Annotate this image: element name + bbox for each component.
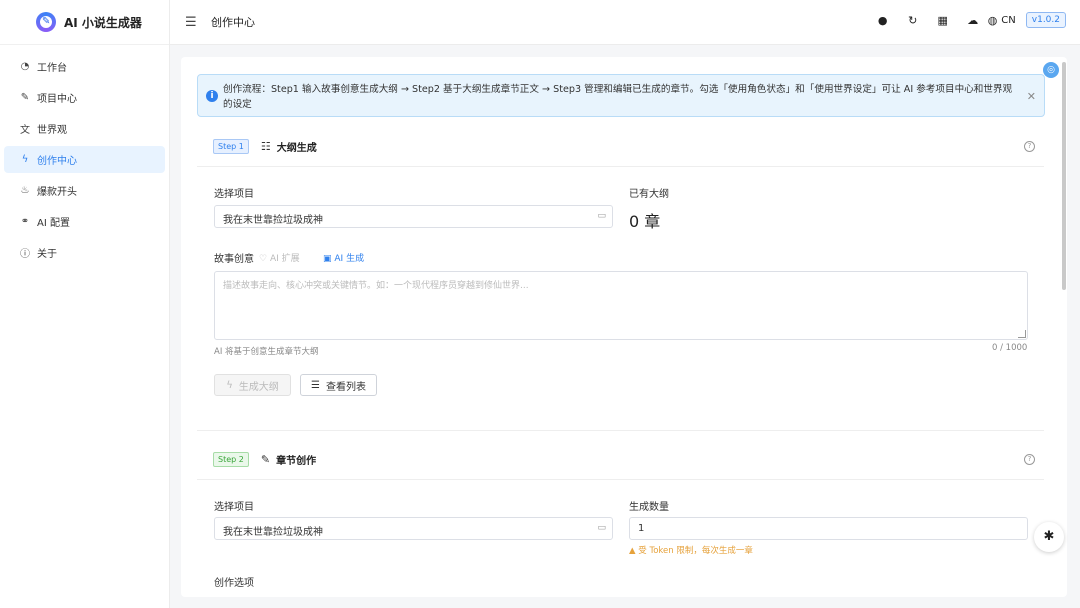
sidebar-menu: ◔ 工作台 ✎ 项目中心 文 世界观 ϟ 创作中心 ♨ 爆款开头 ⚭ AI 配置… bbox=[0, 45, 169, 266]
language-label: CN bbox=[1001, 14, 1016, 26]
brand: ✎ AI 小说生成器 bbox=[0, 0, 169, 45]
globe-icon: ◍ bbox=[987, 13, 998, 27]
sidebar-item-label: 世界观 bbox=[37, 125, 67, 136]
edit-square-icon: ✎ bbox=[20, 92, 30, 103]
creation-options-label: 创作选项 bbox=[214, 578, 254, 589]
sidebar-item-creation[interactable]: ϟ 创作中心 bbox=[4, 146, 165, 173]
list-icon: ☰ bbox=[311, 379, 320, 391]
textarea-placeholder: 描述故事走向、核心冲突或关键情节。如：一个现代程序员穿越到修仙世界... bbox=[223, 281, 529, 291]
resize-handle-icon[interactable] bbox=[1018, 330, 1026, 338]
info-icon: i bbox=[206, 90, 218, 102]
table-icon[interactable]: ▦ bbox=[928, 14, 958, 27]
sidebar-item-ai-config[interactable]: ⚭ AI 配置 bbox=[4, 208, 165, 235]
section-divider bbox=[197, 430, 1044, 431]
story-idea-label: 故事创意 bbox=[214, 254, 254, 265]
top-header: ☰ 创作中心 ● ↻ ▦ ☁ ◍ CN v1.0.2 bbox=[170, 0, 1080, 45]
lightbulb-icon[interactable]: ● bbox=[868, 14, 898, 27]
sidebar-item-label: 工作台 bbox=[37, 63, 67, 74]
token-warning: ▲ 受 Token 限制，每次生成一章 bbox=[629, 546, 753, 556]
step1-header: Step 1 ☷ 大纲生成 ? bbox=[197, 127, 1044, 167]
warning-icon: ▲ bbox=[629, 546, 636, 556]
folder-icon: ▭ bbox=[597, 523, 606, 533]
scrollbar-thumb[interactable] bbox=[1062, 62, 1066, 290]
robot-icon: ▣ bbox=[323, 254, 332, 264]
menu-collapse-icon[interactable]: ☰ bbox=[185, 15, 199, 30]
select-project-label: 选择项目 bbox=[214, 189, 254, 200]
info-icon: ⓘ bbox=[20, 249, 30, 260]
lightning-icon: ϟ bbox=[21, 154, 29, 165]
sidebar-item-label: 项目中心 bbox=[37, 94, 77, 105]
existing-outline-value: 0 章 bbox=[629, 212, 661, 231]
sidebar-item-label: AI 配置 bbox=[37, 218, 70, 229]
step1-title: 大纲生成 bbox=[276, 143, 317, 154]
existing-outline-label: 已有大纲 bbox=[629, 189, 669, 200]
bulb-outline-icon: ♡ bbox=[259, 254, 268, 264]
list-icon: ☷ bbox=[260, 140, 271, 153]
cloud-upload-icon[interactable]: ☁ bbox=[958, 14, 988, 27]
story-idea-textarea[interactable]: 描述故事走向、核心冲突或关键情节。如：一个现代程序员穿越到修仙世界... bbox=[214, 271, 1028, 340]
header-toolbar: ● ↻ ▦ ☁ ◍ CN v1.0.2 bbox=[868, 12, 1066, 28]
folder-icon: ▭ bbox=[597, 211, 606, 221]
step2-badge: Step 2 bbox=[213, 452, 249, 467]
main-content: i 创作流程：Step1 输入故事创意生成大纲 → Step2 基于大纲生成章节… bbox=[181, 57, 1067, 597]
step2-section: Step 2 ✎ 章节创作 ? 选择项目 我在末世靠捡垃圾成神 ▭ 生成数量 1… bbox=[197, 440, 1044, 597]
version-badge: v1.0.2 bbox=[1025, 12, 1066, 28]
step1-badge: Step 1 bbox=[213, 139, 249, 154]
idea-hint: AI 将基于创意生成章节大纲 bbox=[214, 347, 319, 357]
char-count: 0 / 1000 bbox=[992, 343, 1028, 353]
project-select[interactable]: 我在末世靠捡垃圾成神 ▭ bbox=[214, 517, 613, 540]
step1-section: Step 1 ☷ 大纲生成 ? 选择项目 我在末世靠捡垃圾成神 ▭ 已有大纲 0… bbox=[197, 127, 1044, 427]
workflow-alert: i 创作流程：Step1 输入故事创意生成大纲 → Step2 基于大纲生成章节… bbox=[197, 74, 1045, 117]
generate-outline-button[interactable]: ϟ 生成大纲 bbox=[214, 374, 291, 396]
project-select-value: 我在末世靠捡垃圾成神 bbox=[223, 215, 323, 226]
app-logo-icon: ✎ bbox=[36, 12, 56, 32]
generate-count-label: 生成数量 bbox=[629, 502, 669, 513]
floating-help-icon[interactable]: ◎ bbox=[1043, 62, 1059, 78]
link-icon: ⚭ bbox=[20, 216, 30, 227]
lightning-icon: ϟ bbox=[226, 379, 233, 391]
sidebar-item-hot-openings[interactable]: ♨ 爆款开头 bbox=[4, 177, 165, 204]
help-icon[interactable]: ? bbox=[1024, 141, 1035, 152]
sidebar-item-label: 关于 bbox=[37, 249, 57, 260]
dashboard-icon: ◔ bbox=[20, 61, 30, 72]
sidebar-item-projects[interactable]: ✎ 项目中心 bbox=[4, 84, 165, 111]
sidebar-item-label: 创作中心 bbox=[37, 156, 77, 167]
app-title: AI 小说生成器 bbox=[64, 15, 142, 30]
generate-count-value: 1 bbox=[638, 523, 645, 534]
translate-icon: 文 bbox=[20, 125, 30, 136]
ai-expand-link[interactable]: ♡ AI 扩展 bbox=[259, 251, 300, 264]
project-select[interactable]: 我在末世靠捡垃圾成神 ▭ bbox=[214, 205, 613, 228]
sidebar-item-about[interactable]: ⓘ 关于 bbox=[4, 239, 165, 266]
language-switcher[interactable]: ◍ CN bbox=[988, 14, 1016, 27]
step2-header: Step 2 ✎ 章节创作 ? bbox=[197, 440, 1044, 480]
help-icon[interactable]: ? bbox=[1024, 454, 1035, 465]
select-project-label: 选择项目 bbox=[214, 502, 254, 513]
pencil-icon: ✎ bbox=[260, 453, 271, 466]
view-list-button[interactable]: ☰ 查看列表 bbox=[300, 374, 377, 396]
alert-text: 创作流程：Step1 输入故事创意生成大纲 → Step2 基于大纲生成章节正文… bbox=[223, 84, 1013, 110]
step2-title: 章节创作 bbox=[276, 456, 317, 467]
project-select-value: 我在末世靠捡垃圾成神 bbox=[223, 527, 323, 538]
sidebar-item-workbench[interactable]: ◔ 工作台 bbox=[4, 53, 165, 80]
sidebar: ✎ AI 小说生成器 ◔ 工作台 ✎ 项目中心 文 世界观 ϟ 创作中心 ♨ 爆… bbox=[0, 0, 170, 608]
refresh-icon[interactable]: ↻ bbox=[898, 14, 928, 27]
ai-generate-link[interactable]: ▣ AI 生成 bbox=[323, 251, 364, 264]
close-icon[interactable]: ✕ bbox=[1027, 90, 1036, 103]
bug-report-icon[interactable]: ✱ bbox=[1034, 522, 1064, 552]
fire-icon: ♨ bbox=[20, 185, 30, 196]
generate-count-input[interactable]: 1 bbox=[629, 517, 1028, 540]
sidebar-item-label: 爆款开头 bbox=[37, 187, 77, 198]
page-title: 创作中心 bbox=[211, 16, 255, 29]
sidebar-item-worldview[interactable]: 文 世界观 bbox=[4, 115, 165, 142]
